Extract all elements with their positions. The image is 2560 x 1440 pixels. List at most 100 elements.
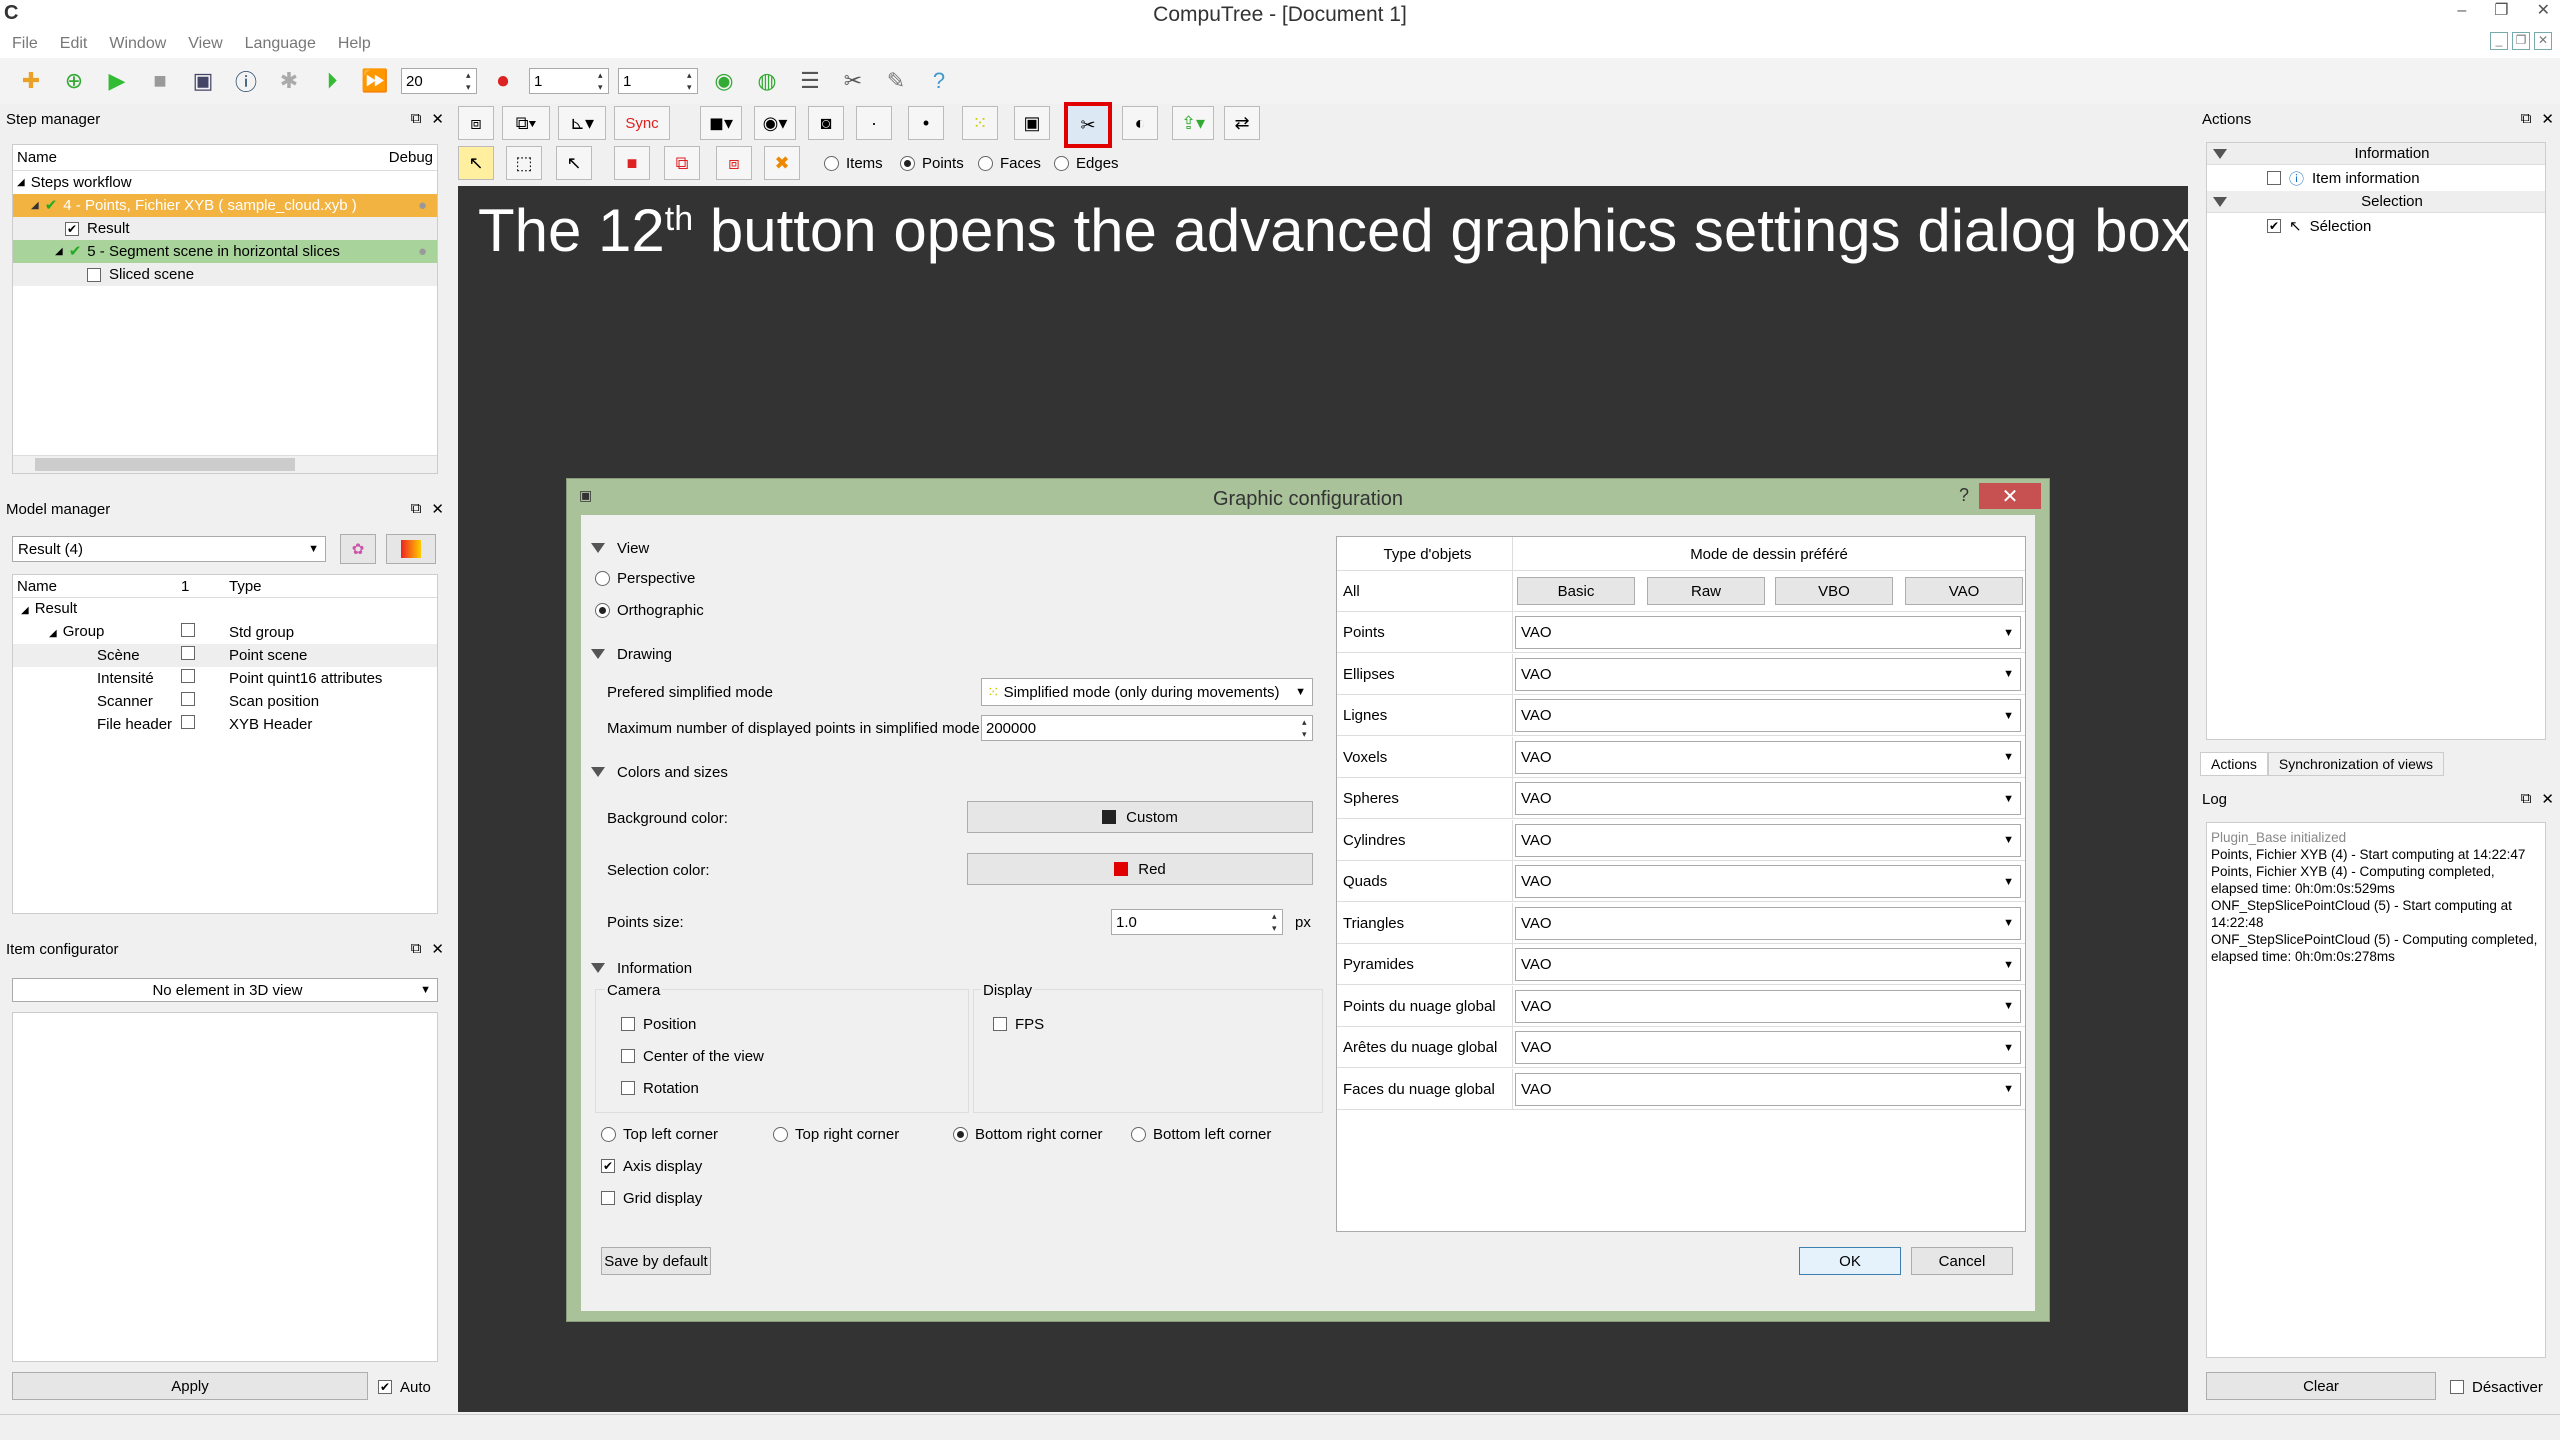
close-icon[interactable]: ✕ [2541, 790, 2554, 808]
clear-log-button[interactable]: Clear [2206, 1372, 2436, 1400]
points-size-input[interactable]: 1.0 [1111, 909, 1283, 935]
close-icon[interactable]: ✕ [2537, 0, 2550, 22]
rotation-checkbox[interactable] [621, 1081, 635, 1095]
apply-button[interactable]: Apply [12, 1372, 368, 1400]
color-palette-button[interactable]: ✿ [340, 534, 376, 564]
center-view-option[interactable]: Center of the view [621, 1045, 764, 1067]
mdi-minimize-icon[interactable]: _ [2490, 32, 2508, 50]
dialog-close-button[interactable]: ✕ [1979, 483, 2041, 509]
clear-selection-icon[interactable]: ✖ [764, 146, 800, 180]
plugin-icon[interactable]: ✎ [879, 64, 913, 98]
close-icon[interactable]: ✕ [431, 110, 444, 128]
cancel-button[interactable]: Cancel [1911, 1247, 2013, 1275]
save-default-button[interactable]: Save by default [601, 1247, 711, 1275]
grid-display-checkbox[interactable] [601, 1191, 615, 1205]
mode-points[interactable]: Points [900, 152, 964, 174]
play-icon[interactable]: ▶ [100, 64, 134, 98]
float-icon[interactable]: ⧉ [411, 500, 422, 518]
items-radio[interactable] [824, 155, 839, 171]
contrast-icon[interactable]: ◐ [1122, 106, 1158, 140]
close-icon[interactable]: ✕ [2541, 110, 2554, 128]
mdi-close-icon[interactable]: ✕ [2534, 32, 2552, 50]
model-row-file-header[interactable]: File header XYB Header [13, 713, 437, 736]
new-step-icon[interactable]: ✚ [14, 64, 48, 98]
draw-mode-select[interactable]: VAO ▼ [1515, 1072, 2021, 1106]
result-row[interactable]: ✔ Result [13, 217, 437, 240]
add-icon[interactable]: ⊕ [57, 64, 91, 98]
model-checkbox[interactable] [181, 623, 195, 637]
step-forward-icon[interactable]: ⏵ [315, 64, 349, 98]
top-left-radio[interactable] [601, 1126, 616, 1142]
menu-window[interactable]: Window [109, 35, 166, 53]
model-checkbox[interactable] [181, 669, 195, 683]
menu-edit[interactable]: Edit [60, 35, 88, 53]
axis-display-option[interactable]: ✔ Axis display [601, 1155, 702, 1177]
orthographic-radio[interactable] [595, 602, 610, 618]
model-row-intensity[interactable]: Intensité Point quint16 attributes [13, 667, 437, 690]
mode-raw-button[interactable]: Raw [1647, 577, 1765, 605]
simplified-mode-select[interactable]: ⁙ Simplified mode (only during movements)… [981, 678, 1313, 706]
draw-mode-select[interactable]: VAO ▼ [1515, 1031, 2021, 1064]
tab-actions[interactable]: Actions [2200, 752, 2268, 776]
item-information-row[interactable]: ⓘ Item information [2207, 165, 2545, 191]
bottom-left-radio[interactable] [1131, 1126, 1146, 1142]
fps-checkbox[interactable] [993, 1017, 1007, 1031]
view-section[interactable]: View [591, 537, 649, 559]
rotation-option[interactable]: Rotation [621, 1077, 699, 1099]
select-add-icon[interactable]: ⬚ [506, 146, 542, 180]
record-icon[interactable]: ⏺ [486, 64, 520, 98]
draw-mode-select[interactable]: VAO ▼ [1515, 823, 2021, 857]
draw-mode-select[interactable]: VAO ▼ [1515, 782, 2021, 815]
axis-display-checkbox[interactable]: ✔ [601, 1159, 615, 1173]
color-gradient-button[interactable] [386, 534, 436, 564]
restore-icon[interactable]: ❐ [2494, 0, 2508, 22]
info-icon[interactable]: ⓘ [229, 64, 263, 98]
mode-basic-button[interactable]: Basic [1517, 577, 1635, 605]
perspective-radio[interactable] [595, 570, 610, 586]
position-option[interactable]: Position [621, 1013, 696, 1035]
top-left-option[interactable]: Top left corner [601, 1123, 718, 1145]
selection-group-header[interactable]: Selection [2207, 191, 2545, 213]
mode-vbo-button[interactable]: VBO [1775, 577, 1893, 605]
float-icon[interactable]: ⧉ [2521, 110, 2532, 128]
horizontal-scrollbar[interactable] [13, 455, 437, 473]
swap-icon[interactable]: ⇄ [1224, 106, 1260, 140]
eye-icon[interactable]: ◉▾ [754, 106, 796, 140]
deactivate-checkbox[interactable] [2450, 1380, 2464, 1394]
draw-mode-select[interactable]: VAO ▼ [1515, 989, 2021, 1023]
center-view-checkbox[interactable] [621, 1049, 635, 1063]
step-count-spinner[interactable]: 20 [401, 68, 477, 94]
view-menu-icon[interactable]: ⧉▾ [502, 106, 550, 140]
step-4-row[interactable]: ◢ ✔ 4 - Points, Fichier XYB ( sample_cloud… [13, 194, 437, 217]
orthographic-option[interactable]: Orthographic [595, 599, 704, 621]
float-icon[interactable]: ⧉ [411, 940, 422, 958]
deactivate-option[interactable]: Désactiver [2450, 1376, 2543, 1398]
close-icon[interactable]: ✕ [431, 500, 444, 518]
fps-option[interactable]: FPS [993, 1013, 1044, 1035]
model-row-scanner[interactable]: Scanner Scan position [13, 690, 437, 713]
draw-mode-select[interactable]: VAO ▼ [1515, 699, 2021, 732]
top-right-radio[interactable] [773, 1126, 788, 1142]
tools-icon[interactable]: ✂ [836, 64, 870, 98]
float-icon[interactable]: ⧉ [2521, 790, 2532, 808]
top-right-option[interactable]: Top right corner [773, 1123, 899, 1145]
stop-icon[interactable]: ■ [143, 64, 177, 98]
mode-edges[interactable]: Edges [1054, 152, 1119, 174]
information-section[interactable]: Information [591, 957, 692, 979]
menu-view[interactable]: View [188, 35, 222, 53]
mode-faces[interactable]: Faces [978, 152, 1041, 174]
draw-mode-select[interactable]: VAO ▼ [1515, 740, 2021, 774]
scrollbar-thumb[interactable] [35, 458, 295, 471]
bug-icon[interactable]: ✱ [272, 64, 306, 98]
draw-mode-select[interactable]: VAO ▼ [1515, 657, 2021, 691]
model-row-group[interactable]: ◢ Group Std group [13, 621, 437, 644]
information-group-header[interactable]: Information [2207, 143, 2545, 165]
globe-icon[interactable]: ◉ [707, 64, 741, 98]
draw-mode-select[interactable]: VAO ▼ [1515, 906, 2021, 940]
minimize-icon[interactable]: – [2457, 0, 2466, 22]
grid-display-option[interactable]: Grid display [601, 1187, 702, 1209]
auto-checkbox[interactable]: ✔ [378, 1380, 392, 1394]
position-checkbox[interactable] [621, 1017, 635, 1031]
result-select[interactable]: Result (4) ▼ [12, 536, 326, 562]
model-checkbox[interactable] [181, 646, 195, 660]
